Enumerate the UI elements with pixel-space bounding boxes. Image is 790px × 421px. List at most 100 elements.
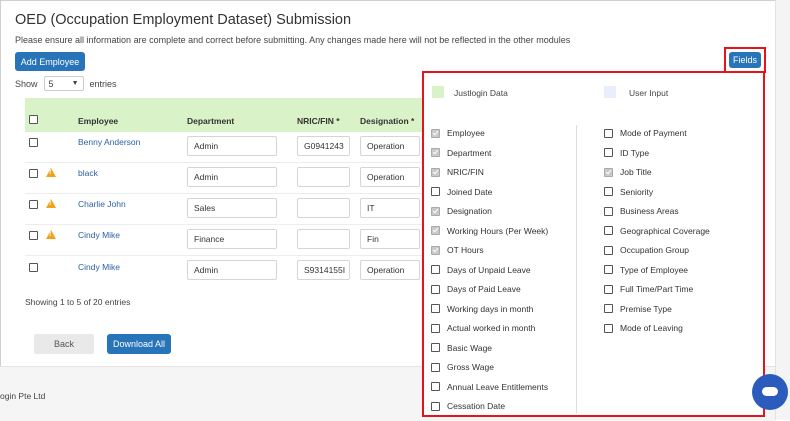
- field-option[interactable]: Mode of Payment: [604, 128, 687, 138]
- scrollbar[interactable]: [775, 0, 790, 420]
- department-input[interactable]: Admin: [187, 260, 277, 280]
- field-checkbox[interactable]: [604, 245, 613, 255]
- field-checkbox[interactable]: [604, 226, 613, 235]
- employee-name-link[interactable]: Cindy Mike: [78, 262, 120, 272]
- field-label: Basic Wage: [447, 342, 493, 353]
- field-checkbox[interactable]: [604, 148, 613, 157]
- field-label: Occupation Group: [620, 245, 689, 255]
- field-option[interactable]: Days of Paid Leave: [431, 284, 521, 294]
- field-checkbox[interactable]: [604, 167, 613, 177]
- field-option[interactable]: Days of Unpaid Leave: [431, 265, 531, 275]
- nric-input[interactable]: S9314155I: [297, 260, 350, 280]
- entries-select[interactable]: 5 ▼: [43, 76, 84, 91]
- employee-name-link[interactable]: Cindy Mike: [78, 230, 120, 240]
- field-checkbox[interactable]: [431, 167, 440, 177]
- entries-label: entries: [89, 78, 117, 89]
- field-option[interactable]: Business Areas: [604, 206, 679, 216]
- row-divider: [25, 224, 425, 225]
- field-checkbox[interactable]: [431, 382, 440, 391]
- field-checkbox[interactable]: [431, 343, 440, 352]
- field-checkbox[interactable]: [431, 148, 440, 157]
- field-label: Cessation Date: [447, 401, 506, 411]
- field-checkbox[interactable]: [431, 226, 440, 235]
- field-checkbox[interactable]: [604, 206, 613, 216]
- field-option[interactable]: ID Type: [604, 148, 649, 158]
- field-option[interactable]: Mode of Leaving: [604, 323, 683, 333]
- field-option[interactable]: Employee: [431, 128, 485, 138]
- field-option[interactable]: Cessation Date: [431, 401, 505, 411]
- department-input[interactable]: Admin: [187, 167, 277, 187]
- field-option[interactable]: Designation: [431, 206, 492, 216]
- entries-select-value: 5: [48, 78, 54, 89]
- field-checkbox[interactable]: [431, 304, 440, 313]
- row-checkbox[interactable]: [29, 200, 38, 209]
- field-checkbox[interactable]: [431, 323, 440, 333]
- field-option[interactable]: Annual Leave Entitlements: [431, 382, 548, 392]
- row-checkbox[interactable]: [29, 231, 38, 240]
- department-input[interactable]: Admin: [187, 136, 277, 156]
- field-label: Days of Paid Leave: [447, 284, 521, 294]
- field-option[interactable]: Occupation Group: [604, 245, 689, 255]
- legend-swatch-user-input: [604, 86, 616, 98]
- field-option[interactable]: Joined Date: [431, 187, 492, 197]
- show-label: Show: [15, 78, 38, 89]
- field-option[interactable]: Gross Wage: [431, 362, 494, 372]
- employee-name-link[interactable]: black: [78, 168, 98, 178]
- field-option[interactable]: Seniority: [604, 187, 653, 197]
- designation-input[interactable]: Fin: [360, 229, 420, 249]
- nric-input[interactable]: [297, 229, 350, 249]
- field-checkbox[interactable]: [604, 265, 613, 274]
- field-option[interactable]: Full Time/Part Time: [604, 284, 693, 294]
- field-label: OT Hours: [447, 245, 484, 255]
- field-checkbox[interactable]: [431, 245, 440, 255]
- designation-input[interactable]: Operation: [360, 167, 420, 187]
- field-option[interactable]: Type of Employee: [604, 265, 688, 275]
- nric-input[interactable]: [297, 167, 350, 187]
- field-checkbox[interactable]: [604, 304, 613, 313]
- department-input[interactable]: Finance: [187, 229, 277, 249]
- field-option[interactable]: Actual worked in month: [431, 323, 535, 333]
- employee-name-link[interactable]: Benny Anderson: [78, 137, 140, 147]
- field-option[interactable]: NRIC/FIN: [431, 167, 484, 177]
- legend-swatch-justlogin: [432, 86, 444, 98]
- field-checkbox[interactable]: [604, 284, 613, 294]
- field-option[interactable]: Working days in month: [431, 304, 533, 314]
- field-checkbox[interactable]: [431, 265, 440, 274]
- field-option[interactable]: Job Title: [604, 167, 652, 177]
- add-employee-button[interactable]: Add Employee: [15, 52, 85, 71]
- field-checkbox[interactable]: [431, 128, 440, 138]
- table-header: [25, 98, 425, 132]
- field-label: ID Type: [620, 147, 650, 158]
- row-checkbox[interactable]: [29, 263, 38, 272]
- field-checkbox[interactable]: [431, 206, 440, 216]
- department-input[interactable]: Sales: [187, 198, 277, 218]
- nric-input[interactable]: G0941243: [297, 136, 350, 156]
- field-option[interactable]: Working Hours (Per Week): [431, 226, 548, 236]
- download-all-button[interactable]: Download All: [107, 334, 171, 354]
- designation-input[interactable]: Operation: [360, 260, 420, 280]
- field-checkbox[interactable]: [604, 323, 613, 333]
- field-checkbox[interactable]: [604, 128, 613, 138]
- chat-icon[interactable]: [752, 374, 788, 410]
- fields-button[interactable]: Fields: [729, 52, 761, 68]
- field-option[interactable]: OT Hours: [431, 245, 484, 255]
- designation-input[interactable]: IT: [360, 198, 420, 218]
- designation-input[interactable]: Operation: [360, 136, 420, 156]
- field-label: Actual worked in month: [447, 323, 536, 333]
- field-option[interactable]: Premise Type: [604, 304, 672, 314]
- field-checkbox[interactable]: [431, 401, 440, 411]
- back-button[interactable]: Back: [34, 334, 94, 354]
- employee-name-link[interactable]: Charlie John: [78, 199, 126, 209]
- field-checkbox[interactable]: [604, 187, 613, 196]
- field-label: Seniority: [620, 186, 654, 197]
- field-checkbox[interactable]: [431, 187, 440, 196]
- select-all-checkbox[interactable]: [29, 115, 38, 124]
- field-checkbox[interactable]: [431, 362, 440, 372]
- field-option[interactable]: Geographical Coverage: [604, 226, 710, 236]
- nric-input[interactable]: [297, 198, 350, 218]
- field-checkbox[interactable]: [431, 284, 440, 294]
- row-checkbox[interactable]: [29, 169, 38, 178]
- row-checkbox[interactable]: [29, 138, 38, 147]
- field-option[interactable]: Basic Wage: [431, 343, 492, 353]
- field-option[interactable]: Department: [431, 148, 491, 158]
